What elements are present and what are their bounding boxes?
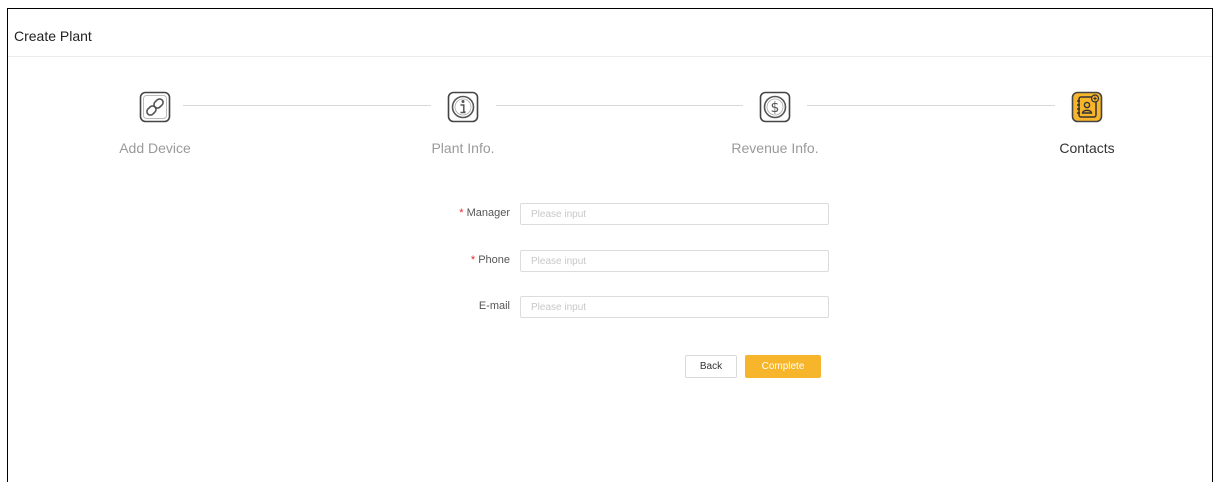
info-icon <box>447 91 479 123</box>
step-label: Revenue Info. <box>731 140 819 156</box>
back-button[interactable]: Back <box>685 355 737 378</box>
email-label: E-mail <box>478 300 510 312</box>
create-plant-panel: Create Plant Add Device Plant Info. $ Re… <box>7 8 1213 482</box>
manager-input[interactable] <box>520 203 829 225</box>
phone-input[interactable] <box>520 250 829 272</box>
manager-row: * Manager <box>428 203 829 225</box>
email-row: E-mail <box>428 296 829 318</box>
manager-label-text: Manager <box>466 207 510 219</box>
step-connector <box>183 105 431 106</box>
step-plant-info: Plant Info. <box>403 91 523 156</box>
panel-header: Create Plant <box>8 9 1212 57</box>
manager-label: * Manager <box>459 207 510 219</box>
required-mark: * <box>459 207 464 219</box>
step-label: Add Device <box>119 140 191 156</box>
step-label: Contacts <box>1059 140 1115 156</box>
phone-label: * Phone <box>471 254 510 266</box>
dollar-icon: $ <box>759 91 791 123</box>
complete-button[interactable]: Complete <box>745 355 821 378</box>
step-connector <box>496 105 743 106</box>
contact-book-icon <box>1071 91 1103 123</box>
required-mark: * <box>470 254 476 266</box>
step-connector <box>807 105 1055 106</box>
step-add-device: Add Device <box>95 91 215 156</box>
page-title: Create Plant <box>14 28 92 44</box>
svg-text:$: $ <box>771 100 780 116</box>
step-revenue-info: $ Revenue Info. <box>715 91 835 156</box>
phone-row: * Phone <box>428 250 829 272</box>
step-label: Plant Info. <box>431 140 495 156</box>
phone-label-text: Phone <box>478 254 510 266</box>
email-input[interactable] <box>520 296 829 318</box>
step-contacts: Contacts <box>1027 91 1147 156</box>
link-icon <box>139 91 171 123</box>
